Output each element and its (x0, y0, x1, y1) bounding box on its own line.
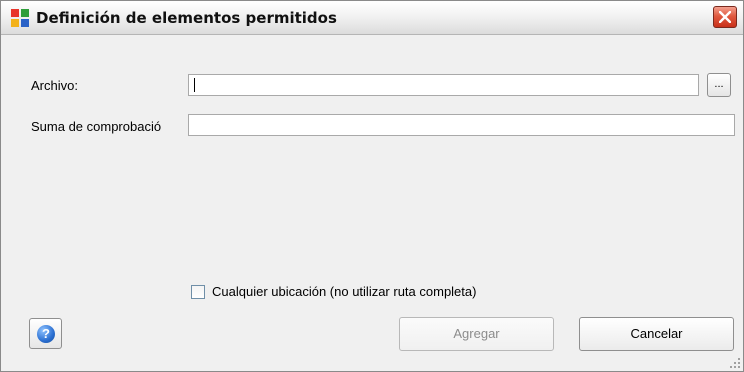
cancelar-button[interactable]: Cancelar (579, 317, 734, 351)
checksum-label: Suma de comprobació (31, 119, 162, 134)
archivo-input[interactable] (188, 74, 699, 96)
any-location-checkbox[interactable] (191, 285, 205, 299)
any-location-label[interactable]: Cualquier ubicación (no utilizar ruta co… (212, 284, 476, 299)
text-caret (194, 78, 195, 92)
dialog-window: Definición de elementos permitidos Archi… (0, 0, 744, 372)
avg-app-icon (11, 9, 29, 27)
window-title: Definición de elementos permitidos (36, 9, 337, 27)
help-icon: ? (37, 325, 55, 343)
title-bar[interactable]: Definición de elementos permitidos (1, 1, 743, 35)
help-button[interactable]: ? (29, 318, 62, 349)
agregar-button[interactable]: Agregar (399, 317, 554, 351)
close-button[interactable] (713, 6, 737, 28)
browse-button[interactable]: ... (707, 73, 731, 97)
close-icon (719, 11, 731, 23)
checksum-input[interactable] (188, 114, 735, 136)
archivo-label: Archivo: (31, 78, 78, 93)
resize-grip-icon[interactable] (729, 357, 741, 369)
